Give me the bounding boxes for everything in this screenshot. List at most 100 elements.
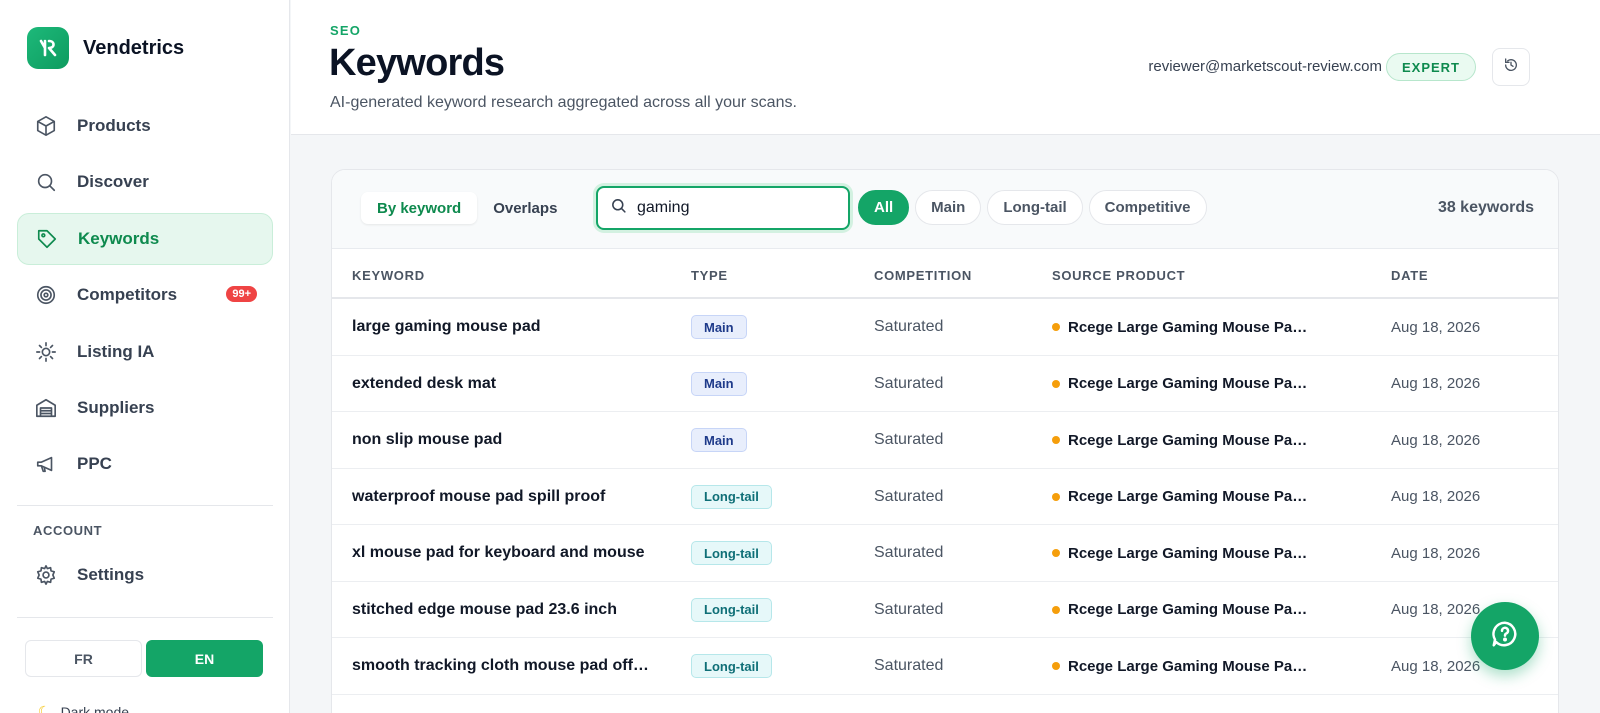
column-header-date[interactable]: DATE bbox=[1391, 268, 1428, 283]
keywords-card: By keyword Overlaps All Main Long-tail C… bbox=[331, 169, 1559, 713]
keyword-cell: large gaming mouse pad bbox=[352, 318, 541, 335]
competition-cell: Saturated bbox=[874, 374, 944, 392]
brand[interactable]: Vendetrics bbox=[27, 27, 184, 69]
status-dot-icon bbox=[1052, 605, 1060, 614]
search-input[interactable] bbox=[637, 199, 827, 217]
refresh-button[interactable] bbox=[1492, 48, 1530, 86]
type-cell: Long-tail bbox=[691, 525, 772, 581]
keyword-cell: waterproof mouse pad spill proof bbox=[352, 487, 606, 505]
sidebar-item-keywords[interactable]: Keywords bbox=[17, 212, 273, 265]
sidebar-item-ppc[interactable]: PPC bbox=[17, 438, 273, 490]
competition-cell: Saturated bbox=[874, 600, 944, 618]
type-badge: Main bbox=[691, 371, 747, 396]
type-cell: Main bbox=[691, 356, 747, 412]
sidebar-item-competitors[interactable]: Competitors 99+ bbox=[17, 269, 273, 321]
source-product-name: Rcege Large Gaming Mouse Pa… bbox=[1068, 657, 1308, 675]
competition-cell: Saturated bbox=[874, 487, 944, 505]
source-product-cell[interactable]: Rcege Large Gaming Mouse Pa… bbox=[1052, 412, 1307, 468]
sidebar-item-discover[interactable]: Discover bbox=[17, 156, 273, 208]
page-header: SEO Keywords AI-generated keyword resear… bbox=[291, 0, 1600, 135]
source-product-name: Rcege Large Gaming Mouse Pa… bbox=[1068, 375, 1308, 392]
sidebar-item-products[interactable]: Products bbox=[17, 100, 273, 152]
refresh-icon bbox=[1503, 57, 1519, 78]
keywords-toolbar: By keyword Overlaps All Main Long-tail C… bbox=[332, 170, 1558, 249]
source-product-cell[interactable]: Rcege Large Gaming Mouse Pa… bbox=[1052, 469, 1307, 525]
sidebar-item-label: Listing IA bbox=[77, 341, 155, 361]
lang-fr-button[interactable]: FR bbox=[25, 640, 142, 677]
column-header-source-product[interactable]: SOURCE PRODUCT bbox=[1052, 268, 1185, 283]
page-subtitle: AI-generated keyword research aggregated… bbox=[330, 94, 797, 111]
source-product-cell[interactable]: Rcege Large Gaming Mouse Pa… bbox=[1052, 299, 1307, 355]
source-product-name: Rcege Large Gaming Mouse Pa… bbox=[1068, 488, 1308, 505]
sidebar-item-settings[interactable]: Settings bbox=[17, 549, 273, 601]
warehouse-icon bbox=[35, 397, 57, 419]
tab-overlaps[interactable]: Overlaps bbox=[477, 192, 573, 224]
table-row[interactable]: large gaming mouse pad Main Saturated Rcege… bbox=[332, 299, 1558, 356]
source-product-cell[interactable]: Rcege Large Gaming Mouse Pa… bbox=[1052, 356, 1307, 412]
type-badge: Main bbox=[691, 315, 747, 339]
keyword-count: 38 keywords bbox=[1437, 199, 1534, 216]
sidebar-item-label: Competitors bbox=[77, 285, 178, 305]
page-eyebrow: SEO bbox=[330, 23, 362, 38]
keyword-cell: stitched edge mouse pad 23.6 inch bbox=[352, 600, 617, 618]
source-product-name: Rcege Large Gaming Mouse Pa… bbox=[1068, 431, 1308, 449]
table-row[interactable]: extended desk mat Main Saturated Rcege Larg… bbox=[332, 356, 1558, 412]
competition-cell: Saturated bbox=[874, 431, 944, 448]
sidebar-item-suppliers[interactable]: Suppliers bbox=[17, 382, 273, 434]
source-product-cell[interactable]: Rcege Large Gaming Mouse Pa… bbox=[1052, 582, 1307, 638]
column-header-type[interactable]: TYPE bbox=[691, 268, 728, 283]
status-dot-icon bbox=[1052, 436, 1060, 444]
competitors-count-badge: 99+ bbox=[226, 286, 257, 303]
table-row[interactable]: waterproof mouse pad spill proof Long-tai… bbox=[332, 469, 1558, 525]
column-header-competition[interactable]: COMPETITION bbox=[874, 268, 972, 283]
table-row[interactable]: xl mouse pad for keyboard and mouse Long-… bbox=[332, 525, 1558, 582]
help-chat-button[interactable] bbox=[1471, 602, 1539, 670]
status-dot-icon bbox=[1052, 492, 1060, 501]
sidebar-item-listing-ia[interactable]: Listing IA bbox=[17, 326, 273, 378]
source-product-name: Rcege Large Gaming Mouse Pa… bbox=[1068, 544, 1308, 562]
type-cell: Long-tail bbox=[691, 469, 772, 525]
tab-by-keyword[interactable]: By keyword bbox=[361, 192, 478, 224]
type-badge: Long-tail bbox=[691, 484, 772, 509]
type-cell: Long-tail bbox=[691, 638, 772, 694]
keyword-cell: smooth tracking cloth mouse pad off… bbox=[352, 657, 649, 674]
dark-mode-toggle[interactable]: ☾ Dark mode bbox=[38, 703, 129, 713]
search-box bbox=[596, 186, 850, 230]
source-product-cell[interactable]: Rcege Large Gaming Mouse Pa… bbox=[1052, 525, 1307, 581]
cube-icon bbox=[35, 115, 57, 137]
target-icon bbox=[35, 284, 57, 306]
type-badge: Long-tail bbox=[691, 597, 772, 622]
date-cell: Aug 18, 2026 bbox=[1391, 318, 1481, 336]
brand-name: Vendetrics bbox=[83, 36, 185, 59]
filter-competitive[interactable]: Competitive bbox=[1088, 190, 1207, 225]
filter-all[interactable]: All bbox=[858, 190, 910, 225]
lang-en-button[interactable]: EN bbox=[146, 640, 263, 677]
table-row[interactable]: stitched edge mouse pad 23.6 inch Long-ta… bbox=[332, 582, 1558, 638]
type-cell: Main bbox=[691, 299, 747, 355]
status-dot-icon bbox=[1052, 379, 1060, 388]
moon-icon: ☾ bbox=[38, 703, 51, 713]
account-section-label: ACCOUNT bbox=[33, 523, 103, 538]
sparkle-icon bbox=[35, 341, 57, 363]
chat-help-icon bbox=[1490, 619, 1520, 654]
source-product-name: Rcege Large Gaming Mouse Pa… bbox=[1068, 601, 1308, 618]
table-row[interactable]: smooth tracking cloth mouse pad off… Long… bbox=[332, 638, 1558, 695]
filter-long-tail[interactable]: Long-tail bbox=[987, 190, 1083, 225]
status-dot-icon bbox=[1052, 323, 1060, 331]
column-header-keyword[interactable]: KEYWORD bbox=[352, 268, 425, 283]
sidebar-nav: Products Discover Keywords Competitors 9… bbox=[17, 100, 273, 495]
table-row[interactable]: non slip mouse pad Main Saturated Rcege Lar… bbox=[332, 412, 1558, 469]
search-icon bbox=[35, 171, 57, 193]
source-product-name: Rcege Large Gaming Mouse Pa… bbox=[1068, 318, 1308, 336]
sidebar-item-label: Keywords bbox=[78, 228, 160, 248]
sidebar-divider bbox=[17, 505, 273, 506]
user-email: reviewer@marketscout-review.com bbox=[1148, 58, 1382, 75]
date-cell: Aug 18, 2026 bbox=[1391, 544, 1481, 562]
page-title: Keywords bbox=[329, 42, 505, 84]
sidebar-item-label: Suppliers bbox=[77, 397, 155, 417]
source-product-cell[interactable]: Rcege Large Gaming Mouse Pa… bbox=[1052, 638, 1307, 694]
gear-icon bbox=[35, 564, 57, 586]
sidebar-item-label: Settings bbox=[77, 565, 145, 584]
filter-main[interactable]: Main bbox=[915, 190, 982, 225]
date-cell: Aug 18, 2026 bbox=[1391, 488, 1481, 505]
